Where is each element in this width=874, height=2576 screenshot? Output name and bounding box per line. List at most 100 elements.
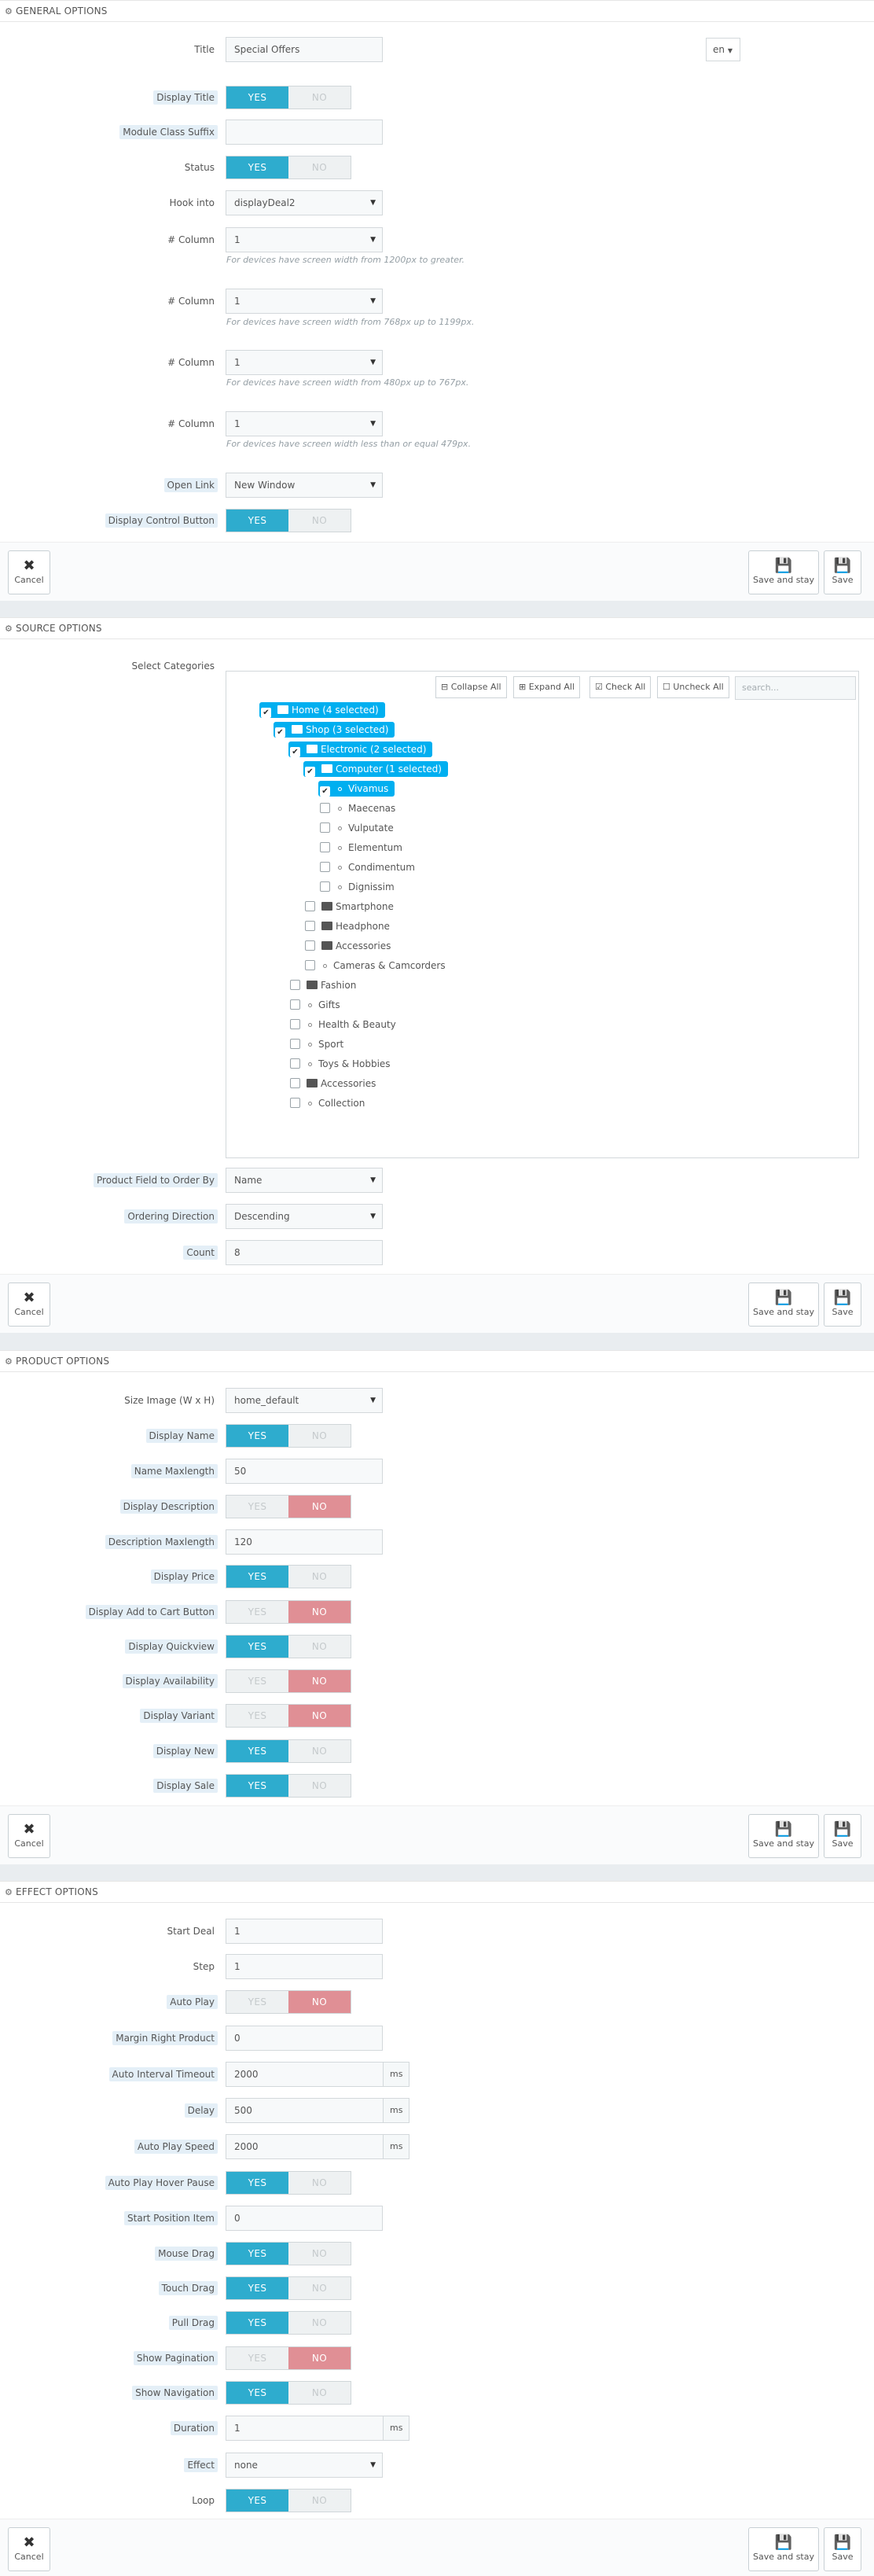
loop-switch[interactable]: YES NO: [226, 2489, 351, 2512]
tree-node-headphone[interactable]: Headphone: [305, 918, 390, 934]
touch-drag-switch[interactable]: YES NO: [226, 2276, 351, 2300]
name-maxlength-input[interactable]: 50: [226, 1459, 383, 1484]
tree-node-dignissim[interactable]: Dignissim: [320, 879, 395, 895]
column-select-md[interactable]: 1 ▼: [226, 289, 383, 314]
checkbox[interactable]: [305, 901, 315, 911]
expand-all-button[interactable]: ⊞ Expand All: [513, 676, 580, 698]
checkbox[interactable]: [320, 803, 330, 813]
save-and-stay-button[interactable]: 💾 Save and stay: [748, 2527, 819, 2571]
checkbox[interactable]: [320, 842, 330, 852]
show-navigation-switch[interactable]: YES NO: [226, 2381, 351, 2405]
tree-node-toys-hobbies[interactable]: Toys & Hobbies: [290, 1056, 391, 1072]
auto-play-speed-input[interactable]: 2000: [226, 2134, 384, 2159]
open-link-select[interactable]: New Window ▼: [226, 473, 383, 498]
language-select[interactable]: en ▼: [706, 38, 740, 61]
margin-right-input[interactable]: 0: [226, 2026, 383, 2051]
checkbox[interactable]: [290, 1098, 300, 1108]
display-quickview-switch[interactable]: YES NO: [226, 1635, 351, 1658]
cancel-button[interactable]: ✖ Cancel: [8, 2527, 50, 2571]
checkbox[interactable]: ✔: [261, 708, 271, 718]
tree-node-computer[interactable]: ✔ Computer (1 selected): [303, 761, 448, 777]
description-maxlength-input[interactable]: 120: [226, 1529, 383, 1555]
tree-node-electronic[interactable]: ✔ Electronic (2 selected): [288, 742, 433, 757]
display-new-switch[interactable]: YES NO: [226, 1739, 351, 1763]
tree-node-condimentum[interactable]: Condimentum: [320, 859, 415, 875]
checkbox[interactable]: ✔: [305, 767, 315, 777]
cancel-button[interactable]: ✖ Cancel: [8, 1814, 50, 1858]
tree-node-home[interactable]: ✔ Home (4 selected): [259, 702, 385, 718]
count-input[interactable]: 8: [226, 1240, 383, 1265]
title-input[interactable]: Special Offers: [226, 37, 383, 62]
checkbox[interactable]: [290, 980, 300, 990]
show-pagination-switch[interactable]: YES NO: [226, 2346, 351, 2370]
cancel-button[interactable]: ✖ Cancel: [8, 1282, 50, 1327]
tree-node-accessories[interactable]: Accessories: [305, 938, 391, 954]
checkbox[interactable]: ✔: [320, 786, 330, 797]
hover-pause-switch[interactable]: YES NO: [226, 2171, 351, 2195]
checkbox[interactable]: [320, 822, 330, 833]
tree-node-sport[interactable]: Sport: [290, 1036, 343, 1052]
tree-node-cameras[interactable]: Cameras & Camcorders: [305, 958, 446, 973]
column-select-sm[interactable]: 1 ▼: [226, 350, 383, 375]
display-control-button-switch[interactable]: YES NO: [226, 509, 351, 532]
duration-input[interactable]: 1: [226, 2416, 384, 2441]
tree-node-health-beauty[interactable]: Health & Beauty: [290, 1017, 396, 1032]
checkbox[interactable]: [290, 1058, 300, 1069]
display-price-switch[interactable]: YES NO: [226, 1565, 351, 1588]
tree-node-maecenas[interactable]: Maecenas: [320, 800, 395, 816]
start-position-input[interactable]: 0: [226, 2206, 383, 2231]
uncheck-all-button[interactable]: ☐ Uncheck All: [657, 676, 729, 698]
save-and-stay-button[interactable]: 💾 Save and stay: [748, 1282, 819, 1327]
checkbox[interactable]: [305, 960, 315, 970]
checkbox[interactable]: [320, 862, 330, 872]
save-button[interactable]: 💾 Save: [824, 1814, 861, 1858]
step-input[interactable]: 1: [226, 1954, 383, 1979]
column-select-xs[interactable]: 1 ▼: [226, 411, 383, 436]
mouse-drag-switch[interactable]: YES NO: [226, 2242, 351, 2265]
checkbox[interactable]: ✔: [275, 727, 285, 738]
save-button[interactable]: 💾 Save: [824, 2527, 861, 2571]
tree-node-vivamus[interactable]: ✔ Vivamus: [318, 781, 395, 797]
auto-interval-input[interactable]: 2000: [226, 2062, 384, 2087]
tree-node-accessories[interactable]: Accessories: [290, 1076, 376, 1091]
delay-input[interactable]: 500: [226, 2098, 384, 2123]
ordering-direction-select[interactable]: Descending ▼: [226, 1204, 383, 1229]
display-availability-switch[interactable]: YES NO: [226, 1669, 351, 1693]
tree-node-shop[interactable]: ✔ Shop (3 selected): [274, 722, 395, 738]
start-deal-input[interactable]: 1: [226, 1919, 383, 1944]
category-search-input[interactable]: search...: [735, 676, 856, 700]
module-class-suffix-input[interactable]: [226, 120, 383, 145]
check-all-button[interactable]: ☑ Check All: [589, 676, 652, 698]
auto-play-switch[interactable]: YES NO: [226, 1990, 351, 2014]
tree-node-vulputate[interactable]: Vulputate: [320, 820, 394, 836]
size-image-select[interactable]: home_default ▼: [226, 1388, 383, 1413]
collapse-all-button[interactable]: ⊟ Collapse All: [435, 676, 507, 698]
tree-node-elementum[interactable]: Elementum: [320, 840, 402, 856]
effect-select[interactable]: none ▼: [226, 2453, 383, 2478]
column-select-lg[interactable]: 1 ▼: [226, 227, 383, 252]
checkbox[interactable]: [290, 1019, 300, 1029]
save-and-stay-button[interactable]: 💾 Save and stay: [748, 550, 819, 594]
tree-node-smartphone[interactable]: Smartphone: [305, 899, 394, 914]
display-add-to-cart-switch[interactable]: YES NO: [226, 1600, 351, 1624]
display-title-switch[interactable]: YES NO: [226, 86, 351, 109]
tree-node-gifts[interactable]: Gifts: [290, 997, 340, 1013]
checkbox[interactable]: [305, 940, 315, 951]
tree-node-fashion[interactable]: Fashion: [290, 977, 356, 993]
hook-into-select[interactable]: displayDeal2 ▼: [226, 190, 383, 215]
checkbox[interactable]: [290, 999, 300, 1010]
save-button[interactable]: 💾 Save: [824, 1282, 861, 1327]
save-and-stay-button[interactable]: 💾 Save and stay: [748, 1814, 819, 1858]
cancel-button[interactable]: ✖ Cancel: [8, 550, 50, 594]
checkbox[interactable]: [305, 921, 315, 931]
pull-drag-switch[interactable]: YES NO: [226, 2311, 351, 2335]
save-button[interactable]: 💾 Save: [824, 550, 861, 594]
status-switch[interactable]: YES NO: [226, 156, 351, 179]
display-description-switch[interactable]: YES NO: [226, 1495, 351, 1518]
order-by-select[interactable]: Name ▼: [226, 1168, 383, 1193]
tree-node-collection[interactable]: Collection: [290, 1095, 365, 1111]
display-sale-switch[interactable]: YES NO: [226, 1774, 351, 1798]
display-name-switch[interactable]: YES NO: [226, 1424, 351, 1448]
checkbox[interactable]: [290, 1039, 300, 1049]
checkbox[interactable]: [290, 1078, 300, 1088]
